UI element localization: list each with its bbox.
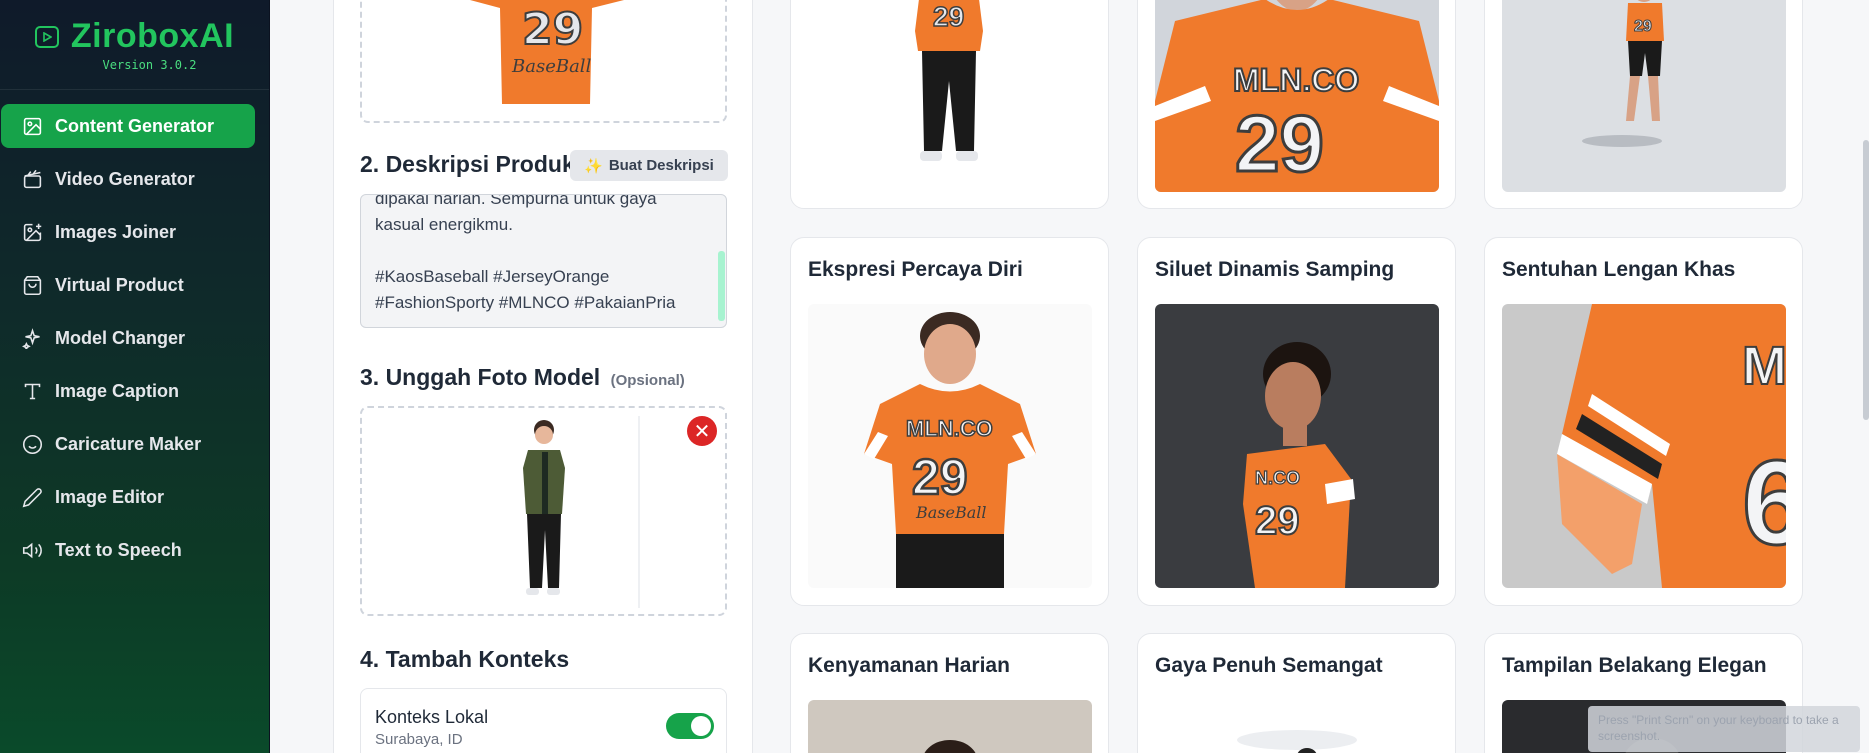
result-card[interactable]: Sentuhan Lengan Khas MI 6 xyxy=(1484,237,1803,606)
sidebar-item-label: Image Editor xyxy=(55,486,165,507)
sparkles-icon xyxy=(21,327,43,349)
image-plus-icon xyxy=(21,221,43,243)
sidebar-item-label: Image Caption xyxy=(55,380,180,401)
result-card[interactable]: 29 xyxy=(1484,0,1803,209)
svg-text:BaseBall: BaseBall xyxy=(915,503,987,522)
sidebar-item-image-editor[interactable]: Image Editor xyxy=(1,475,255,519)
remove-model-button[interactable]: ✕ xyxy=(687,416,717,446)
brand-title: ZiroboxAI xyxy=(70,17,235,55)
context-section-title: 4. Tambah Konteks xyxy=(360,646,570,672)
result-image: MLN.CO 29 BaseBall xyxy=(808,304,1092,588)
model-photo xyxy=(523,416,640,608)
model-section-label: 3. Unggah Foto Model xyxy=(360,364,601,390)
result-card-title: Kenyamanan Harian xyxy=(808,654,1010,677)
sidebar-item-label: Text to Speech xyxy=(55,539,182,560)
page-scrollbar[interactable] xyxy=(1863,140,1869,420)
form-panel: 29 BaseBall 2. Deskripsi Produk ✨ Buat D… xyxy=(333,0,753,753)
clapperboard-icon xyxy=(21,168,43,190)
shopping-bag-icon xyxy=(21,274,43,296)
svg-text:MLN.CO: MLN.CO xyxy=(1233,62,1359,98)
svg-text:MLN.CO: MLN.CO xyxy=(906,416,993,441)
result-image: 29 xyxy=(808,0,1092,191)
result-image: N.CO 29 xyxy=(1155,304,1439,588)
local-context-card: Konteks Lokal Surabaya, ID xyxy=(360,688,727,753)
description-textarea[interactable]: dipakai harian. Sempurna untuk gaya kasu… xyxy=(360,194,727,328)
svg-text:29: 29 xyxy=(912,449,968,505)
result-image: MLN.CO 29 xyxy=(1155,0,1439,192)
svg-text:29: 29 xyxy=(1235,99,1324,188)
sidebar-item-label: Video Generator xyxy=(55,168,195,189)
textarea-scrollbar[interactable] xyxy=(718,251,725,321)
result-card[interactable]: Siluet Dinamis Samping N.CO 29 xyxy=(1137,237,1456,606)
sidebar-item-label: Content Generator xyxy=(55,115,215,136)
sidebar-item-virtual-product[interactable]: Virtual Product xyxy=(1,263,255,307)
result-image: 29 xyxy=(1502,0,1786,192)
play-icon xyxy=(34,25,59,48)
brand: ZiroboxAI Version 3.0.2 xyxy=(0,0,269,90)
svg-text:29: 29 xyxy=(522,4,583,55)
result-card[interactable]: MLN.CO 29 xyxy=(1137,0,1456,209)
result-card[interactable]: Ekspresi Percaya Diri MLN.CO 29 BaseBall xyxy=(790,237,1109,606)
description-text: dipakai harian. Sempurna untuk gaya kasu… xyxy=(375,194,676,312)
model-section-title: 3. Unggah Foto Model (Opsional) xyxy=(360,364,685,391)
result-card[interactable]: Kenyamanan Harian xyxy=(790,633,1109,753)
screenshot-hint-toast: Press "Print Scrn" on your keyboard to t… xyxy=(1588,706,1860,752)
sidebar-item-label: Virtual Product xyxy=(55,274,184,295)
svg-text:29: 29 xyxy=(1255,499,1300,543)
smile-icon xyxy=(21,433,43,455)
generate-description-label: Buat Deskripsi xyxy=(608,157,714,174)
svg-text:N.CO: N.CO xyxy=(1255,468,1300,488)
result-image: MI 6 xyxy=(1502,304,1786,588)
svg-text:6: 6 xyxy=(1742,436,1786,570)
sidebar-item-label: Model Changer xyxy=(55,327,186,348)
speaker-icon xyxy=(21,539,43,561)
sidebar-nav: Content Generator Video Generator Images… xyxy=(0,90,269,572)
result-card-title: Ekspresi Percaya Diri xyxy=(808,258,1023,281)
brand-version: Version 3.0.2 xyxy=(102,58,197,72)
sidebar-item-caricature-maker[interactable]: Caricature Maker xyxy=(1,422,255,466)
sidebar-item-content-generator[interactable]: Content Generator xyxy=(1,104,255,148)
pencil-icon xyxy=(21,486,43,508)
sidebar-item-label: Caricature Maker xyxy=(55,433,202,454)
generate-description-button[interactable]: ✨ Buat Deskripsi xyxy=(570,150,728,181)
product-upload-preview[interactable]: 29 BaseBall xyxy=(360,0,727,123)
result-card-title: Sentuhan Lengan Khas xyxy=(1502,258,1736,281)
svg-text:BaseBall: BaseBall xyxy=(511,56,592,77)
local-context-toggle[interactable] xyxy=(666,713,714,739)
result-card-title: Siluet Dinamis Samping xyxy=(1155,258,1395,281)
result-card[interactable]: Gaya Penuh Semangat xyxy=(1137,633,1456,753)
svg-text:MI: MI xyxy=(1742,336,1786,396)
svg-text:29: 29 xyxy=(933,1,964,32)
local-context-label: Konteks Lokal xyxy=(375,707,489,727)
result-image xyxy=(808,700,1092,753)
sidebar: ZiroboxAI Version 3.0.2 Content Generato… xyxy=(0,0,270,753)
sidebar-item-text-to-speech[interactable]: Text to Speech xyxy=(1,528,255,572)
result-image xyxy=(1155,700,1439,753)
model-upload-preview[interactable]: ✕ xyxy=(360,406,727,616)
sidebar-item-images-joiner[interactable]: Images Joiner xyxy=(1,210,255,254)
result-card[interactable]: 29 xyxy=(790,0,1109,209)
sparkle-icon: ✨ xyxy=(584,157,603,175)
close-icon: ✕ xyxy=(693,420,711,443)
results-grid: 29 MLN.CO 29 29 Ekspresi Percaya Diri ML… xyxy=(790,0,1803,753)
sidebar-item-video-generator[interactable]: Video Generator xyxy=(1,157,255,201)
sidebar-item-label: Images Joiner xyxy=(55,221,177,242)
optional-label: (Opsional) xyxy=(610,372,685,389)
description-section-title: 2. Deskripsi Produk xyxy=(360,151,575,177)
sidebar-item-image-caption[interactable]: Image Caption xyxy=(1,369,255,413)
sidebar-item-model-changer[interactable]: Model Changer xyxy=(1,316,255,360)
result-card-title: Gaya Penuh Semangat xyxy=(1155,654,1383,677)
local-context-value: Surabaya, ID xyxy=(375,731,463,748)
image-icon xyxy=(21,115,43,137)
svg-text:29: 29 xyxy=(1634,18,1652,35)
type-icon xyxy=(21,380,43,402)
result-card-title: Tampilan Belakang Elegan xyxy=(1502,654,1767,677)
product-shirt-image: 29 BaseBall xyxy=(470,0,624,104)
